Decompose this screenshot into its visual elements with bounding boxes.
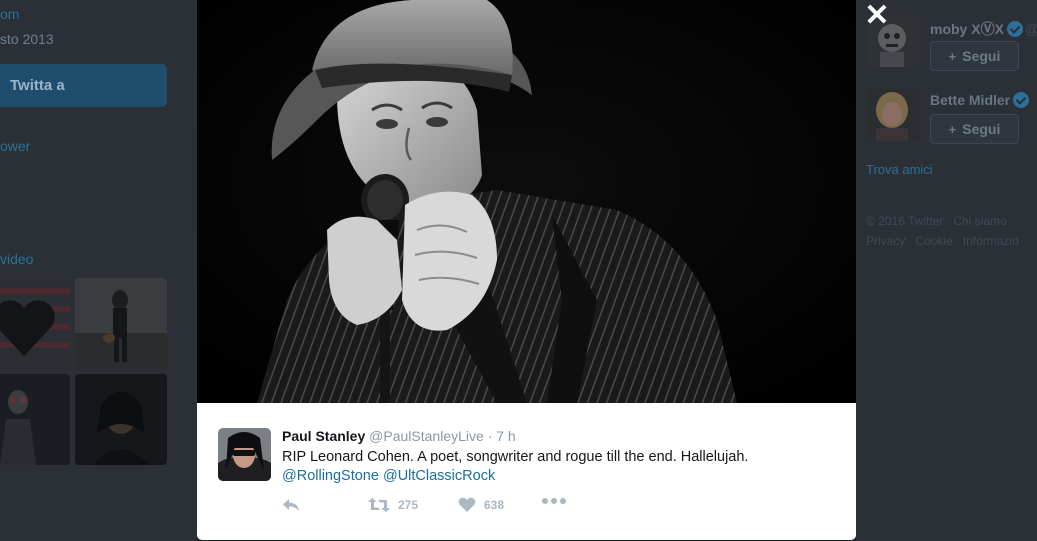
media-thumbnail <box>0 278 70 369</box>
more-dots-icon <box>542 498 566 504</box>
retweet-icon <box>368 498 390 512</box>
media-thumbnail <box>75 374 167 465</box>
tweet-body: RIP Leonard Cohen. A poet, songwriter an… <box>282 449 749 465</box>
author-handle[interactable]: @PaulStanleyLive <box>369 428 484 444</box>
reply-icon <box>283 499 299 511</box>
media-section-title: video <box>0 251 34 267</box>
close-icon: ✕ <box>864 0 890 32</box>
media-thumbnail <box>0 374 70 465</box>
timestamp-separator: · <box>487 428 493 444</box>
tweet-timestamp[interactable]: 7 h <box>496 428 515 444</box>
more-button[interactable] <box>542 497 566 505</box>
avatar[interactable] <box>218 428 271 481</box>
follow-button: + Segui <box>930 41 1019 71</box>
tweet-photo[interactable] <box>197 0 856 403</box>
follow-person-icon: + <box>948 48 957 64</box>
close-button[interactable]: ✕ <box>864 1 890 31</box>
retweet-button[interactable]: 275 <box>368 497 418 513</box>
follower-link: ower <box>0 138 31 154</box>
follow-button: + Segui <box>930 114 1019 144</box>
tweet-to-label: Twitta a <box>10 77 65 94</box>
profile-website-link: om <box>0 6 20 22</box>
mention-link[interactable]: @RollingStone <box>282 468 379 484</box>
footer-links-row: Privacy Cookie Informazio <box>866 234 1019 248</box>
verified-badge-icon <box>1013 92 1030 108</box>
tweet-text: RIP Leonard Cohen. A poet, songwriter an… <box>282 448 842 486</box>
heart-icon <box>458 497 476 512</box>
media-thumbnail <box>75 278 167 369</box>
tweet-header: Paul Stanley @PaulStanleyLive · 7 h <box>282 428 516 444</box>
avatar <box>866 88 919 141</box>
mention-link[interactable]: @UltClassicRock <box>383 468 495 484</box>
author-name[interactable]: Paul Stanley <box>282 428 365 444</box>
background-right-column <box>856 0 1037 541</box>
profile-joined-date: sto 2013 <box>0 31 54 47</box>
tweet-to-button: Twitta a <box>0 64 167 107</box>
tweet-card: Paul Stanley @PaulStanleyLive · 7 h RIP … <box>197 403 856 540</box>
footer-links-row: © 2016 Twitter Chi siamo <box>866 214 1007 228</box>
tweet-actions: 275 638 <box>282 497 842 519</box>
verified-badge-icon <box>1006 21 1023 37</box>
follow-person-icon: + <box>948 121 957 137</box>
suggested-user-name: moby XⓋX@ <box>930 19 1037 39</box>
like-count: 638 <box>484 498 505 512</box>
retweet-count: 275 <box>398 498 419 512</box>
suggested-user-name: Bette Midler <box>930 92 1030 108</box>
like-button[interactable]: 638 <box>458 497 504 513</box>
reply-button[interactable] <box>282 497 300 513</box>
find-friends-link: Trova amici <box>866 162 933 177</box>
